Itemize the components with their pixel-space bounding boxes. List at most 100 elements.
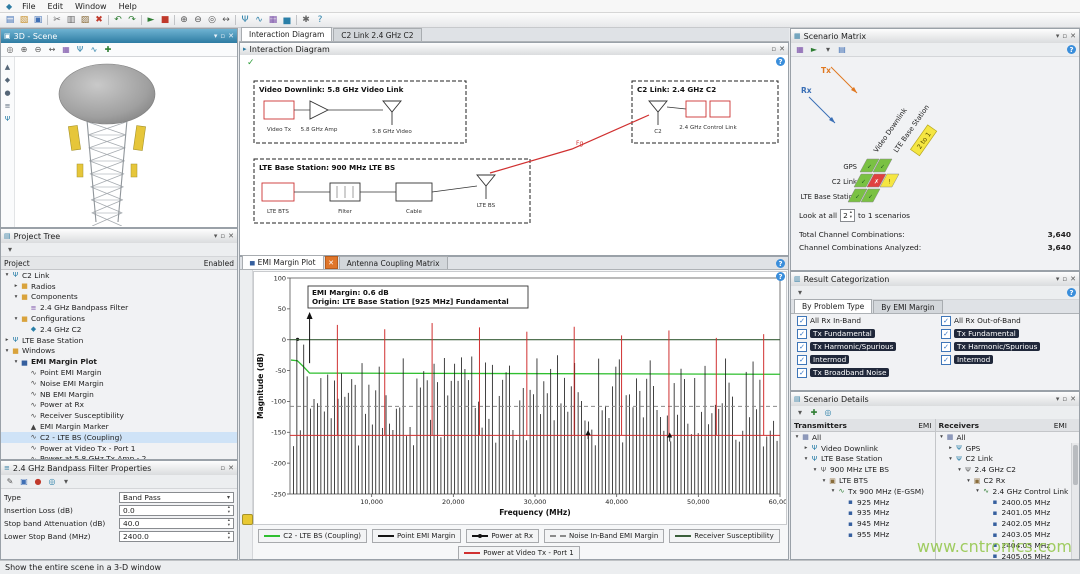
matrix-view-icon[interactable]: ▦ — [794, 44, 806, 55]
expander-icon[interactable]: ▾ — [974, 488, 982, 494]
antenna-tower-3d-view[interactable] — [15, 56, 237, 226]
view-antenna-icon[interactable]: Ψ — [74, 44, 86, 55]
component-block[interactable] — [264, 101, 294, 119]
column-enabled[interactable]: Enabled — [204, 259, 234, 268]
transmitter-tree-item[interactable]: ▪945 MHz — [791, 518, 935, 529]
legend-item[interactable]: Receiver Susceptibility — [669, 529, 780, 543]
expander-icon[interactable]: ▾ — [802, 456, 810, 462]
receiver-tree-item[interactable]: ▪2400.05 MHz — [936, 497, 1080, 508]
expander-icon[interactable]: ▾ — [12, 316, 20, 322]
view-zoom-out-icon[interactable]: ⊖ — [32, 44, 44, 55]
refresh-details-icon[interactable]: ◎ — [822, 407, 834, 418]
scenario-order-spinner[interactable]: 2 ▴▾ — [840, 209, 855, 222]
filter-icon[interactable]: ▾ — [822, 44, 834, 55]
project-tree-item[interactable]: ∿Noise EMI Margin — [1, 378, 237, 389]
doc-tab[interactable]: C2 Link 2.4 GHz C2 — [333, 28, 421, 41]
legend-item[interactable]: Noise In-Band EMI Margin — [544, 529, 664, 543]
scrollbar[interactable] — [1071, 443, 1079, 559]
receiver-tree-item[interactable]: ▪2401.05 MHz — [936, 508, 1080, 519]
orient-iso-icon[interactable]: ◆ — [5, 76, 10, 84]
menu-help[interactable]: Help — [113, 2, 143, 11]
expand-all-icon[interactable]: ✚ — [808, 407, 820, 418]
edit-icon[interactable]: ✎ — [4, 476, 16, 487]
close-icon[interactable]: ✕ — [1070, 32, 1076, 40]
expander-icon[interactable]: ▾ — [965, 478, 973, 484]
close-icon[interactable]: ✕ — [1070, 275, 1076, 283]
antenna-tool-icon[interactable]: Ψ — [238, 14, 252, 27]
chevron-down-icon[interactable]: ▾ — [1056, 32, 1060, 40]
spin-down-icon[interactable]: ▾ — [228, 524, 230, 529]
legend-item[interactable]: Power at Rx — [466, 529, 539, 543]
project-tree-item[interactable]: ≡2.4 GHz Bandpass Filter — [1, 302, 237, 313]
expander-icon[interactable]: ▾ — [3, 272, 11, 278]
expander-icon[interactable]: ▸ — [3, 337, 11, 343]
view-add-icon[interactable]: ✚ — [102, 44, 114, 55]
axes-icon[interactable]: ≡ — [5, 102, 11, 110]
orient-top-icon[interactable]: ▲ — [5, 63, 10, 71]
property-select[interactable]: Band Pass▾ — [119, 492, 234, 503]
expander-icon[interactable]: ▸ — [802, 445, 810, 451]
project-tree-item[interactable]: ◆2.4 GHz C2 — [1, 324, 237, 335]
float-icon[interactable]: ▫ — [1062, 395, 1067, 403]
redo-icon[interactable]: ↷ — [125, 14, 139, 27]
receiver-tree-item[interactable]: ▸ΨGPS — [936, 443, 1080, 454]
view-wave-icon[interactable]: ∿ — [88, 44, 100, 55]
receiver-tree-item[interactable]: ▾▣C2 Rx — [936, 475, 1080, 486]
expander-icon[interactable]: ▸ — [947, 445, 955, 451]
legend-item[interactable]: Power at Video Tx - Port 1 — [458, 546, 579, 559]
receiver-tree-item[interactable]: ▾∿2.4 GHz Control Link — [936, 486, 1080, 497]
expand-icon[interactable]: ▾ — [60, 476, 72, 487]
export-icon[interactable]: ▤ — [836, 44, 848, 55]
checkbox-checked-icon[interactable]: ✓ — [941, 355, 951, 365]
help-icon[interactable]: ? — [1067, 288, 1076, 297]
help-icon[interactable]: ? — [1067, 45, 1076, 54]
chevron-down-icon[interactable]: ▾ — [227, 494, 230, 501]
scenario-matrix-grid[interactable]: TxRxVideo DownlinkLTE Base Station2 to 1… — [791, 57, 1079, 203]
checkbox-checked-icon[interactable]: ✓ — [797, 368, 807, 378]
transmitter-tree-item[interactable]: ▪925 MHz — [791, 497, 935, 508]
project-tree-item[interactable]: ∿C2 - LTE BS (Coupling) — [1, 432, 237, 443]
component-icon[interactable]: ▣ — [18, 476, 30, 487]
property-input[interactable]: 0.0▴▾ — [119, 505, 234, 516]
close-icon[interactable]: ✕ — [779, 45, 785, 53]
collapse-icon[interactable]: ▾ — [794, 287, 806, 298]
spinner-icon[interactable]: ▴▾ — [228, 506, 230, 515]
result-cat-tab[interactable]: By Problem Type — [794, 299, 872, 313]
collapse-tree-icon[interactable]: ▾ — [4, 244, 16, 255]
expander-icon[interactable]: ▾ — [793, 434, 801, 440]
paste-icon[interactable]: ▨ — [78, 14, 92, 27]
receiver-tree-item[interactable]: ▾ΨC2 Link — [936, 454, 1080, 465]
zoom-out-icon[interactable]: ⊖ — [191, 14, 205, 27]
checkbox-checked-icon[interactable]: ✓ — [941, 316, 951, 326]
project-tree-item[interactable]: ▾■Configurations — [1, 313, 237, 324]
scenario-details-header[interactable]: ▤ Scenario Details ▾ ▫ ✕ — [791, 392, 1079, 407]
project-tree-item[interactable]: ▲EMI Margin Marker — [1, 421, 237, 432]
settings-icon[interactable]: ✱ — [299, 14, 313, 27]
collapse-all-icon[interactable]: ▾ — [794, 407, 806, 418]
project-tree-header[interactable]: ▤ Project Tree ▾ ▫ ✕ — [1, 229, 237, 244]
waveform-tool-icon[interactable]: ∿ — [252, 14, 266, 27]
view-zoom-in-icon[interactable]: ⊕ — [18, 44, 30, 55]
float-icon[interactable]: ▫ — [771, 45, 776, 53]
float-icon[interactable]: ▫ — [220, 232, 225, 240]
project-tree-item[interactable]: ▸ΨLTE Base Station — [1, 335, 237, 346]
component-block[interactable] — [710, 101, 730, 117]
expander-icon[interactable]: ▾ — [956, 467, 964, 473]
legend-item[interactable]: Point EMI Margin — [372, 529, 461, 543]
transmitter-tree-item[interactable]: ▾Ψ900 MHz LTE BS — [791, 464, 935, 475]
chevron-down-icon[interactable]: ▾ — [214, 232, 218, 240]
interaction-diagram-canvas[interactable]: Video Downlink: 5.8 GHz Video LinkC2 Lin… — [240, 55, 788, 255]
emi-column-header[interactable]: EMI — [1054, 421, 1067, 430]
expander-icon[interactable]: ▾ — [12, 359, 20, 365]
legend-item[interactable]: C2 - LTE BS (Coupling) — [258, 529, 367, 543]
chevron-down-icon[interactable]: ▾ — [1056, 395, 1060, 403]
matrix-tool-icon[interactable]: ▦ — [266, 14, 280, 27]
lock-icon[interactable] — [242, 514, 253, 525]
property-input[interactable]: 40.0▴▾ — [119, 518, 234, 529]
transmitters-title[interactable]: Transmitters — [794, 421, 847, 430]
project-tree-item[interactable]: ▾■Components — [1, 292, 237, 303]
component-block[interactable] — [262, 183, 294, 201]
run-scenarios-icon[interactable]: ► — [808, 44, 820, 55]
zoom-fit-icon[interactable]: ◎ — [205, 14, 219, 27]
plot-tab[interactable]: Antenna Coupling Matrix — [339, 256, 448, 269]
